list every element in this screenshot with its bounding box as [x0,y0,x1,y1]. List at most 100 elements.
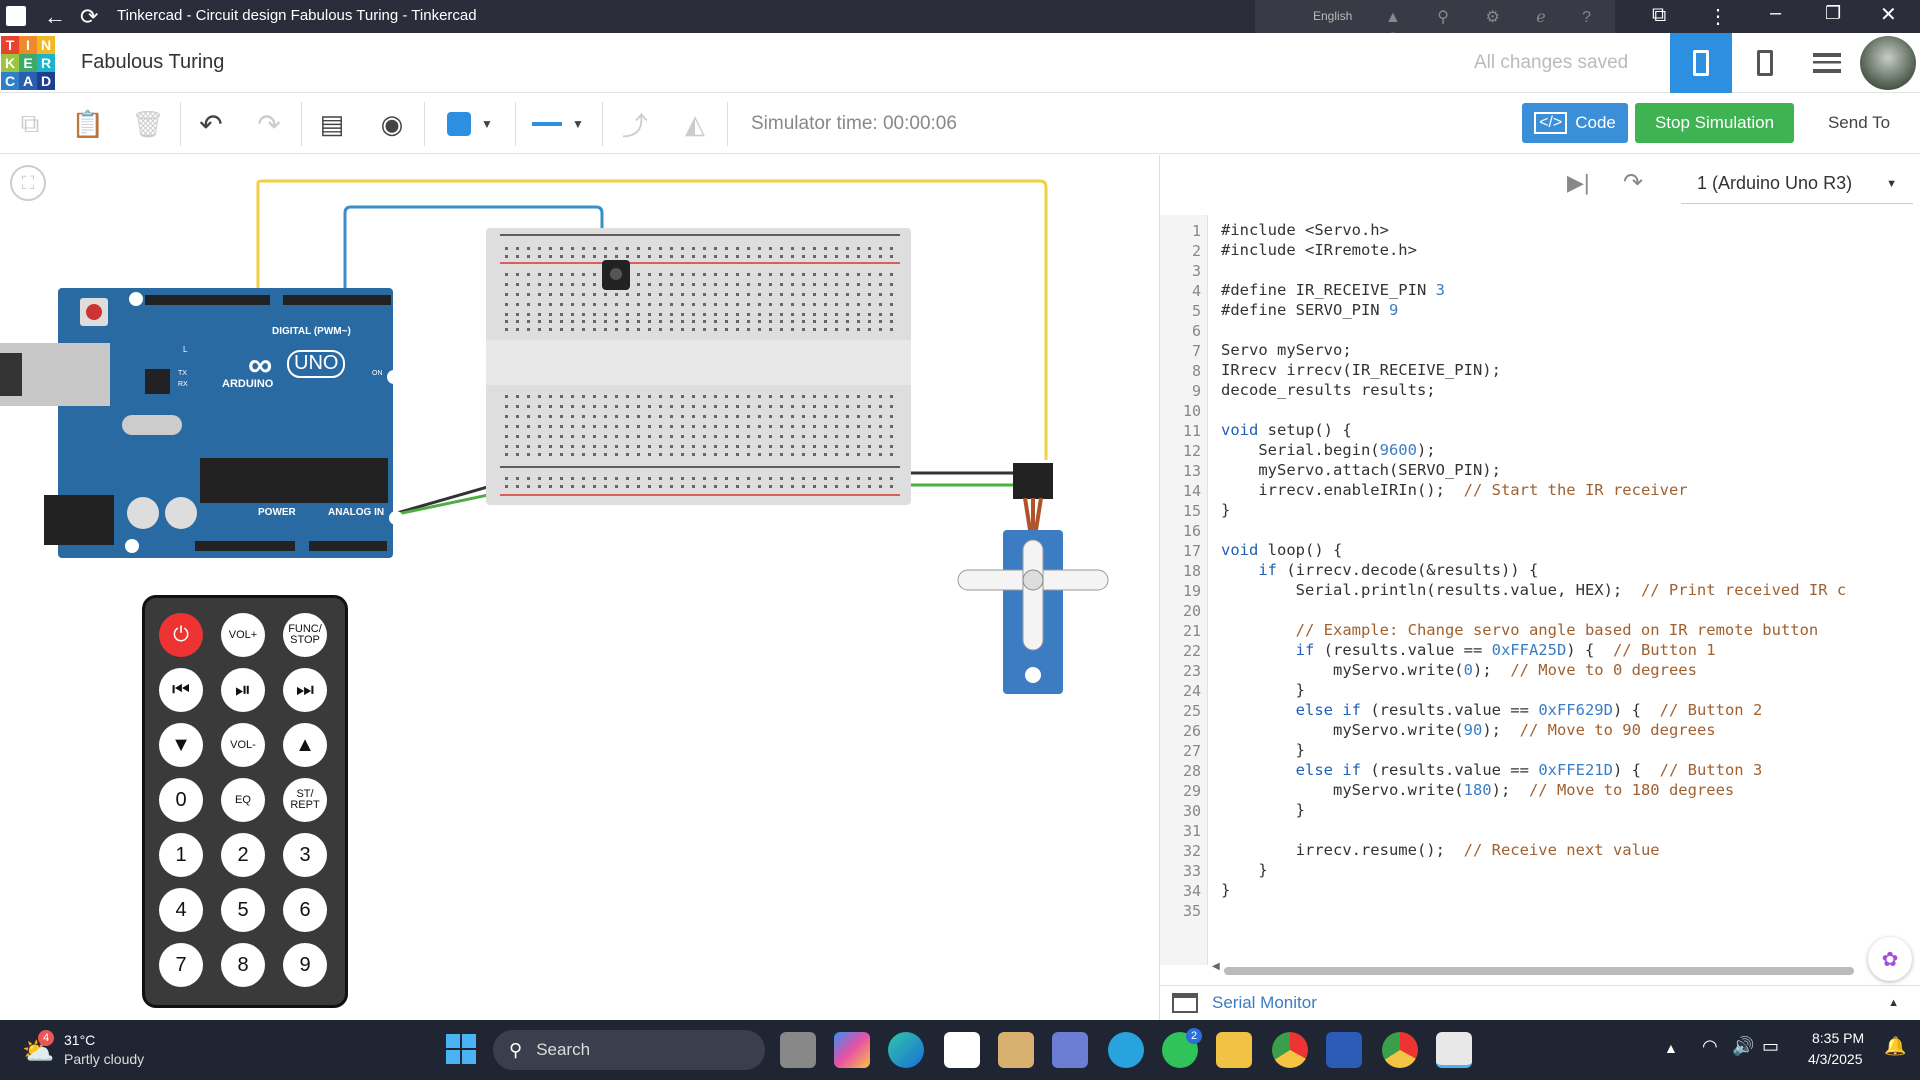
search-box[interactable]: ⚲ Search [493,1030,765,1070]
tinkercad-logo[interactable]: T I N K E R C A D [0,35,56,91]
start-icon[interactable] [446,1034,476,1064]
battery-icon[interactable]: ▭ [1762,1036,1779,1057]
store-icon[interactable] [944,1032,980,1068]
weather-widget[interactable]: ⛅ 4 31°C Partly cloudy [22,1030,162,1070]
code-line[interactable]: } [1221,681,1305,699]
circuit-canvas[interactable]: ⛶ ∞ ARDUINO UNO DIGITAL (PWM~) ON TX RX … [0,155,1158,1020]
code-line[interactable]: // Example: Change servo angle based on … [1221,621,1819,639]
notification-icon[interactable]: 🔔 [1884,1036,1906,1057]
code-line[interactable]: myServo.attach(SERVO_PIN); [1221,461,1501,479]
code-line[interactable]: else if (results.value == 0xFF629D) { //… [1221,701,1763,719]
files-icon[interactable] [998,1032,1034,1068]
code-line[interactable]: } [1221,861,1267,879]
debugger-button[interactable]: ↷ [1623,168,1643,197]
code-line[interactable]: } [1221,501,1230,519]
extensions-icon[interactable]: ⧉ [1652,4,1666,27]
st-rept-button[interactable]: ST/REPT [283,778,327,822]
project-name[interactable]: Fabulous Turing [81,51,224,74]
key-9[interactable]: 9 [283,943,327,987]
serial-monitor-bar[interactable]: Serial Monitor ▲ [1160,985,1920,1020]
code-line[interactable]: Serial.begin(9600); [1221,441,1435,459]
vol-up-button[interactable]: VOL+ [221,613,265,657]
device-select[interactable]: 1 (Arduino Uno R3) ▼ [1681,164,1913,204]
code-line[interactable]: if (results.value == 0xFFA25D) { // Butt… [1221,641,1716,659]
tinkercad-app-icon[interactable] [1436,1032,1472,1068]
stop-simulation-button[interactable]: Stop Simulation [1635,103,1794,143]
code-button[interactable]: </> Code [1522,103,1628,143]
close-icon[interactable]: ✕ [1880,2,1897,27]
code-line[interactable]: myServo.write(0); // Move to 0 degrees [1221,661,1697,679]
component-list-button[interactable] [1797,33,1857,93]
code-line[interactable]: irrecv.resume(); // Receive next value [1221,841,1660,859]
code-line[interactable]: } [1221,801,1305,819]
up-button[interactable]: ▲ [283,723,327,767]
key-3[interactable]: 3 [283,833,327,877]
code-line[interactable]: Servo myServo; [1221,341,1352,359]
copilot-icon[interactable] [834,1032,870,1068]
vol-down-button[interactable]: VOL- [221,723,265,767]
send-to-button[interactable]: Send To [1803,103,1915,143]
key-1[interactable]: 1 [159,833,203,877]
undo-button[interactable]: ↶ [191,104,231,144]
code-line[interactable]: Serial.println(results.value, HEX); // P… [1221,581,1847,599]
code-line[interactable]: if (irrecv.decode(&results)) { [1221,561,1538,579]
ai-assistant-button[interactable]: ✿ [1868,937,1912,981]
code-line[interactable]: #define SERVO_PIN 9 [1221,301,1398,319]
redo-button[interactable]: ↷ [249,104,289,144]
circuit-view-button[interactable] [1670,33,1732,93]
maximize-icon[interactable]: ❐ [1825,3,1841,24]
key-4[interactable]: 4 [159,888,203,932]
flip-button[interactable]: ◭ [675,104,715,144]
next-button[interactable]: ⏭ [283,668,327,712]
photos-icon[interactable] [1052,1032,1088,1068]
menu-icon[interactable]: ⋮ [1708,4,1728,29]
horizontal-scrollbar[interactable]: ◀ [1212,961,1912,975]
edge-icon[interactable] [888,1032,924,1068]
code-line[interactable]: } [1221,881,1230,899]
eq-button[interactable]: EQ [221,778,265,822]
telegram-icon[interactable] [1108,1032,1144,1068]
user-avatar[interactable] [1860,36,1916,90]
refresh-icon[interactable]: ⟳ [80,4,98,30]
wifi-icon[interactable]: ◠ [1702,1036,1718,1057]
play-pause-button[interactable]: ⏯ [221,668,265,712]
chrome-icon[interactable] [1272,1032,1308,1068]
color-picker[interactable]: ▼ [435,104,505,144]
power-button[interactable]: ⏻ [159,613,203,657]
code-line[interactable]: #include <Servo.h> [1221,221,1389,239]
clock-time[interactable]: 8:35 PM [1812,1030,1864,1046]
code-line[interactable]: } [1221,741,1305,759]
key-0[interactable]: 0 [159,778,203,822]
paste-button[interactable]: 📋 [68,104,108,144]
chevron-up-icon[interactable]: ▲ [1664,1040,1678,1056]
schematic-view-button[interactable] [1735,33,1795,93]
wire-type-picker[interactable]: ▼ [523,104,593,144]
step-button[interactable]: ▶| [1567,170,1590,196]
key-2[interactable]: 2 [221,833,265,877]
notes-visibility-button[interactable]: ◉ [372,104,412,144]
code-line[interactable]: irrecv.enableIRIn(); // Start the IR rec… [1221,481,1687,499]
code-line[interactable]: void loop() { [1221,541,1342,559]
volume-icon[interactable]: 🔊 [1732,1036,1754,1057]
back-icon[interactable]: ← [44,4,66,30]
clock-date[interactable]: 4/3/2025 [1808,1051,1863,1067]
code-line[interactable]: decode_results results; [1221,381,1436,399]
delete-button[interactable]: 🗑 [128,104,168,144]
key-8[interactable]: 8 [221,943,265,987]
code-line[interactable]: IRrecv irrecv(IR_RECEIVE_PIN); [1221,361,1501,379]
key-6[interactable]: 6 [283,888,327,932]
func-stop-button[interactable]: FUNC/STOP [283,613,327,657]
minimize-icon[interactable]: – [1770,2,1781,25]
code-line[interactable]: else if (results.value == 0xFFE21D) { //… [1221,761,1763,779]
rotate-button[interactable]: ⤴ [615,104,655,144]
ir-remote[interactable]: ⏻ VOL+ FUNC/STOP ⏮ ⏯ ⏭ ▼ VOL- ▲ 0 EQ ST/… [142,595,348,1008]
code-line[interactable]: myServo.write(90); // Move to 90 degrees [1221,721,1716,739]
code-line[interactable]: #define IR_RECEIVE_PIN 3 [1221,281,1445,299]
notes-button[interactable]: ▤ [312,104,352,144]
key-5[interactable]: 5 [221,888,265,932]
code-line[interactable]: void setup() { [1221,421,1352,439]
key-7[interactable]: 7 [159,943,203,987]
code-area[interactable]: #include <Servo.h> #include <IRremote.h> #… [1160,215,1920,965]
task-view-icon[interactable] [780,1032,816,1068]
prev-button[interactable]: ⏮ [159,668,203,712]
